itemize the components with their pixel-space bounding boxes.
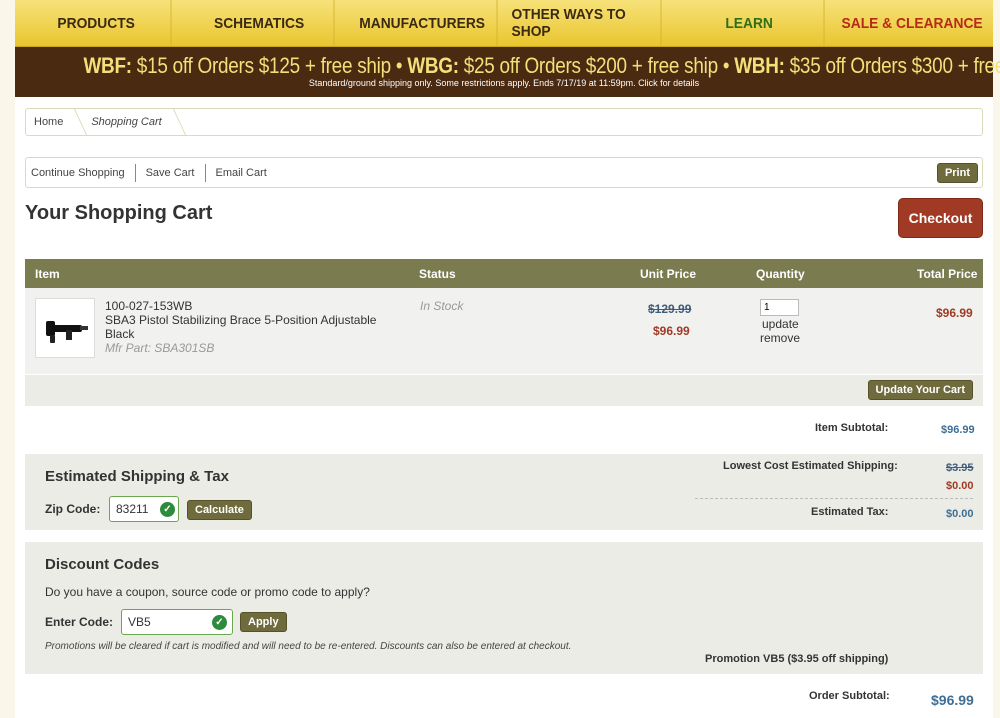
nav-sale-clearance[interactable]: SALE & CLEARANCE [837,0,986,46]
col-quantity: Quantity [756,267,805,281]
stock-status: In Stock [420,299,464,313]
estimated-tax-label: Estimated Tax: [811,506,889,518]
pistol-brace-image [46,321,88,343]
valid-check-icon: ✓ [160,502,175,517]
update-link[interactable]: update [762,317,799,331]
zip-code-value: 83211 [116,502,149,516]
table-row: 100-027-153WB SBA3 Pistol Stabilizing Br… [25,288,983,374]
applied-promotion: Promotion VB5 ($3.95 off shipping) [705,653,889,665]
product-thumbnail[interactable] [35,298,95,358]
original-price: $129.99 [648,302,692,316]
promo-code-value: VB5 [128,615,151,629]
cart-table-header: Item Status Unit Price Quantity Total Pr… [25,259,983,288]
cart-tools: Continue Shopping Save Cart Email Cart P… [25,157,983,188]
promo-text-1: $15 off Orders $125 + free ship • [131,53,408,78]
promo-code-input[interactable]: VB5 ✓ [121,609,233,635]
product-name[interactable]: SBA3 Pistol Stabilizing Brace 5-Position… [105,313,395,341]
update-cart-bar: Update Your Cart [25,375,983,406]
zip-code-input[interactable]: 83211 ✓ [109,496,179,522]
breadcrumb-home[interactable]: Home [26,116,71,128]
col-item: Item [35,267,60,281]
calculate-button[interactable]: Calculate [187,500,252,520]
promo-text-2: $25 off Orders $200 + free ship • [458,53,735,78]
page-title: Your Shopping Cart [25,202,213,224]
col-unit-price: Unit Price [640,267,697,281]
promo-code-2: WBG: [407,53,459,78]
valid-check-icon: ✓ [212,615,227,630]
apply-button[interactable]: Apply [240,612,287,632]
remove-link[interactable]: remove [760,331,800,345]
breadcrumb-current: Shopping Cart [91,116,162,128]
promo-fine-print: Standard/ground shipping only. Some rest… [308,78,700,88]
checkout-button[interactable]: Checkout [898,198,983,238]
item-subtotal-label: Item Subtotal: [815,422,889,434]
promo-code-1: WBF: [83,53,132,78]
sale-price: $96.99 [653,324,690,338]
nav-schematics[interactable]: SCHEMATICS [185,0,335,46]
quantity-input[interactable] [760,299,799,316]
breadcrumb: Home Shopping Cart [25,108,983,136]
promo-code-3: WBH: [734,53,785,78]
nav-other-ways-to-shop[interactable]: OTHER WAYS TO SHOP [511,0,662,46]
lowest-shipping-label: Lowest Cost Estimated Shipping: [723,460,898,472]
col-total-price: Total Price [917,267,978,281]
discount-codes-panel: Discount Codes Do you have a coupon, sou… [25,542,983,674]
top-nav: PRODUCTS SCHEMATICS MANUFACTURERS OTHER … [15,0,993,47]
continue-shopping-link[interactable]: Continue Shopping [26,163,136,182]
email-cart-link[interactable]: Email Cart [206,164,277,182]
product-mfr-part: Mfr Part: SBA301SB [105,341,215,355]
zip-label: Zip Code: [45,502,101,516]
enter-code-label: Enter Code: [45,615,114,629]
lowest-shipping-value: $0.00 [946,480,974,492]
estimated-tax-value: $0.00 [946,508,974,520]
product-sku: 100-027-153WB [105,299,193,313]
shipping-tax-panel: Estimated Shipping & Tax Zip Code: 83211… [25,454,983,530]
nav-learn[interactable]: LEARN [674,0,825,46]
nav-manufacturers[interactable]: MANUFACTURERS [348,0,498,46]
discount-note: Promotions will be cleared if cart is mo… [45,641,572,652]
promo-headline: WBF: $15 off Orders $125 + free ship • W… [83,47,1000,78]
order-subtotal-value: $96.99 [931,692,974,708]
discount-title: Discount Codes [45,556,160,573]
lowest-shipping-original: $3.95 [946,462,974,474]
col-status: Status [419,267,456,281]
item-subtotal-value: $96.99 [941,424,975,436]
divider [695,498,973,499]
save-cart-link[interactable]: Save Cart [136,163,206,182]
nav-products[interactable]: PRODUCTS [22,0,172,46]
page: PRODUCTS SCHEMATICS MANUFACTURERS OTHER … [15,0,1000,718]
promo-banner[interactable]: WBF: $15 off Orders $125 + free ship • W… [15,47,1000,97]
order-subtotal-label: Order Subtotal: [809,690,890,702]
shipping-title: Estimated Shipping & Tax [45,468,229,485]
update-cart-button[interactable]: Update Your Cart [867,380,973,400]
promo-text-3: $35 off Orders $300 + free ship [789,53,1000,78]
print-button[interactable]: Print [936,163,978,183]
discount-question: Do you have a coupon, source code or pro… [45,585,370,599]
row-total-price: $96.99 [936,306,973,320]
